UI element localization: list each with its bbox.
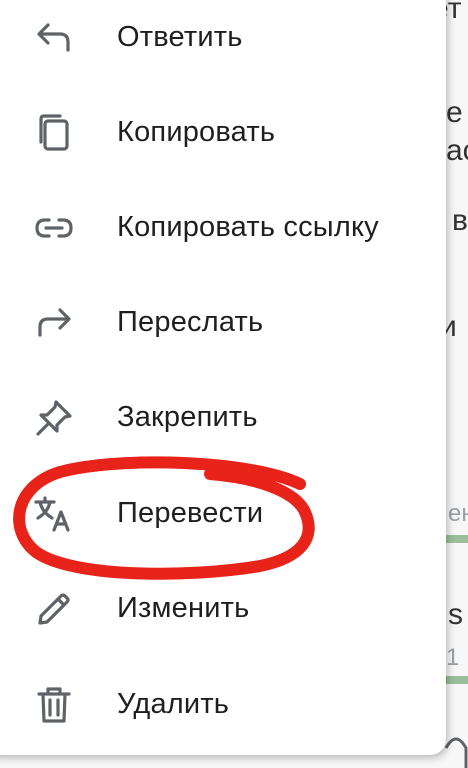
forward-icon [32, 301, 76, 345]
message-context-menu: Ответить Копировать Копировать ссылку Пе… [0, 0, 446, 755]
menu-item-delete[interactable]: Удалить [0, 657, 438, 752]
menu-item-copy[interactable]: Копировать [0, 85, 438, 180]
screen: ет е ас в и ен s 1 Ответить Копировать [0, 0, 468, 768]
trash-icon [32, 683, 76, 727]
background-text-fragment: s [448, 598, 463, 631]
menu-item-forward[interactable]: Переслать [0, 275, 438, 370]
menu-item-pin[interactable]: Закрепить [0, 370, 438, 465]
copy-icon [32, 111, 76, 155]
menu-item-copy-link[interactable]: Копировать ссылку [0, 180, 438, 275]
background-text-fragment: ас [446, 134, 468, 167]
reply-icon [32, 16, 76, 60]
pencil-icon [32, 587, 76, 631]
menu-item-edit[interactable]: Изменить [0, 561, 438, 656]
menu-item-label: Копировать ссылку [117, 211, 379, 243]
menu-item-label: Перевести [117, 497, 264, 529]
pin-icon [32, 396, 76, 440]
menu-item-label: Ответить [117, 21, 243, 53]
link-icon [32, 206, 76, 250]
menu-item-translate[interactable]: Перевести [0, 466, 438, 561]
menu-item-reply[interactable]: Ответить [0, 0, 438, 85]
menu-item-label: Закрепить [117, 401, 258, 433]
menu-item-label: Копировать [117, 116, 276, 148]
menu-item-label: Удалить [117, 688, 230, 720]
background-text-fragment: ен [448, 500, 468, 527]
background-text-fragment: е [446, 96, 463, 129]
background-text-fragment: 1 [446, 644, 460, 671]
background-text-fragment: в [452, 204, 468, 237]
translate-icon [32, 492, 76, 536]
menu-item-label: Переслать [117, 306, 264, 338]
menu-item-label: Изменить [117, 592, 250, 624]
